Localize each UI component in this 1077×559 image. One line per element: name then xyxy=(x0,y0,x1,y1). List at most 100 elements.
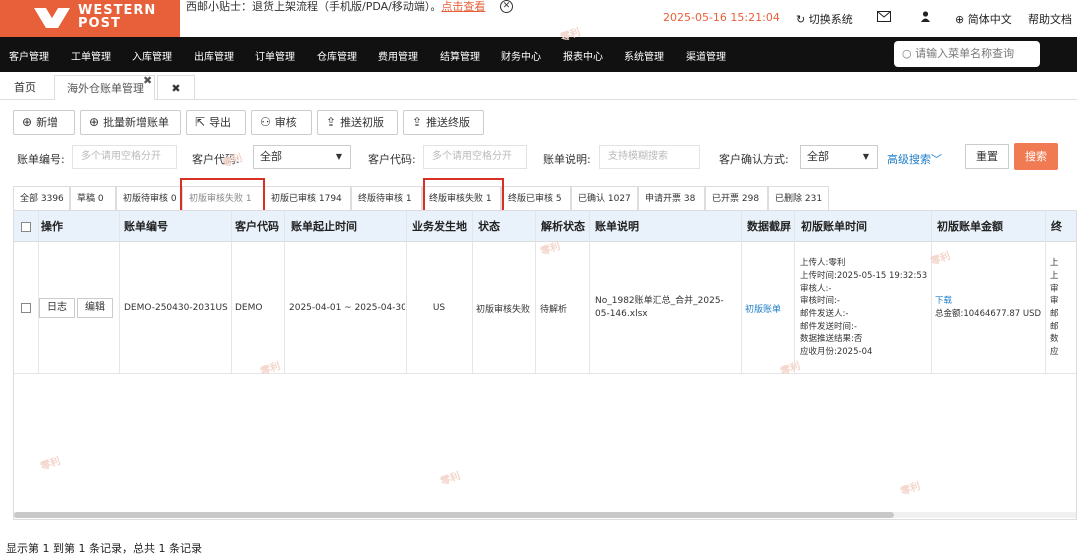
batch-add-button[interactable]: ⊕ 批量新增账单 xyxy=(80,110,181,135)
menu-search-input[interactable]: ○ 请输入菜单名称查询 xyxy=(894,41,1040,67)
caret-down-icon: ▼ xyxy=(862,152,869,161)
push-initial-button[interactable]: ⇪ 推送初版 xyxy=(317,110,398,135)
status-tab-deleted[interactable]: 已删除 231 xyxy=(768,186,829,211)
tip-link[interactable]: 点击查看 xyxy=(441,0,485,13)
reset-button[interactable]: 重置 xyxy=(965,144,1009,169)
edit-button[interactable]: 编辑 xyxy=(77,298,113,318)
close-all-tabs-icon[interactable]: ✖ xyxy=(157,75,195,100)
col-customer[interactable]: 客户代码 xyxy=(235,211,279,242)
bill-desc-input[interactable]: 支持模糊搜索 xyxy=(599,145,700,169)
initial-bill-link[interactable]: 初版账单 xyxy=(745,242,781,374)
tab-current[interactable]: 海外仓账单管理 ✖ xyxy=(54,74,155,100)
cell-location: US xyxy=(432,303,446,313)
plus-circle-icon: ⊕ xyxy=(89,115,100,129)
customer-code2-label: 客户代码: xyxy=(368,153,416,166)
nav-item-customer[interactable]: 客户管理 xyxy=(9,48,49,63)
advanced-search-link[interactable]: 高级搜索﹀ xyxy=(887,151,942,167)
status-tab-invoice-requested[interactable]: 申请开票 38 xyxy=(638,186,705,211)
col-period[interactable]: 账单起止时间 xyxy=(291,211,357,242)
brand-name: WESTERN POST xyxy=(78,3,157,31)
nav-item-ticket[interactable]: 工单管理 xyxy=(71,48,111,63)
push-final-button[interactable]: ⇪ 推送终版 xyxy=(403,110,484,135)
upload-icon: ⇪ xyxy=(412,115,423,129)
cell-final: 上 上 审 审 邮 邮 数 应 xyxy=(1050,258,1059,358)
bill-desc-label: 账单说明: xyxy=(543,153,591,166)
col-location[interactable]: 业务发生地 xyxy=(412,211,467,242)
nav-item-outbound[interactable]: 出库管理 xyxy=(194,48,234,63)
scrollbar-thumb[interactable] xyxy=(14,512,894,518)
current-datetime: 2025-05-16 15:21:04 xyxy=(663,11,780,24)
col-status[interactable]: 状态 xyxy=(478,211,500,242)
mail-icon[interactable] xyxy=(877,11,891,25)
nav-item-reports[interactable]: 报表中心 xyxy=(563,48,603,63)
nav-item-inbound[interactable]: 入库管理 xyxy=(132,48,172,63)
customer-code2-input[interactable]: 多个请用空格分开 xyxy=(423,145,527,169)
horizontal-scrollbar[interactable] xyxy=(14,512,1076,518)
row-actions: 日志 编辑 xyxy=(39,242,113,374)
caret-down-icon: ▼ xyxy=(335,152,342,161)
col-initial-amount[interactable]: 初版账单金额 xyxy=(937,211,1003,242)
nav-item-warehouse[interactable]: 仓库管理 xyxy=(317,48,357,63)
tip-text: 西邮小贴士：退货上架流程（手机版/PDA/移动端）。 xyxy=(186,0,442,13)
globe-icon: ⊕ xyxy=(955,13,965,26)
language-selector[interactable]: ⊕ 简体中文 xyxy=(955,11,1012,27)
select-all-checkbox[interactable] xyxy=(21,222,31,232)
export-button[interactable]: ⇱ 导出 xyxy=(186,110,246,135)
status-tab-final-approved[interactable]: 终版已审核 5 xyxy=(501,186,571,211)
close-icon[interactable]: ✕ xyxy=(500,0,513,13)
download-link[interactable]: 下载 xyxy=(935,295,1041,308)
col-final[interactable]: 终 xyxy=(1051,211,1062,242)
help-docs-link[interactable]: 帮助文档 xyxy=(1028,11,1072,27)
cell-bill-no: DEMO-250430-2031US xyxy=(124,303,228,313)
user-icon[interactable] xyxy=(921,11,930,25)
nav-item-order[interactable]: 订单管理 xyxy=(255,48,295,63)
status-tab-all[interactable]: 全部 3396 xyxy=(13,186,70,211)
col-initial-time[interactable]: 初版账单时间 xyxy=(801,211,867,242)
nav-item-channel[interactable]: 渠道管理 xyxy=(686,48,726,63)
status-tab-invoiced[interactable]: 已开票 298 xyxy=(705,186,768,211)
status-tab-confirmed[interactable]: 已确认 1027 xyxy=(571,186,638,211)
status-tab-initial-approved[interactable]: 初版已审核 1794 xyxy=(264,186,351,211)
confirm-method-select[interactable]: 全部 ▼ xyxy=(800,145,878,169)
tip-banner: 西邮小贴士：退货上架流程（手机版/PDA/移动端）。点击查看 xyxy=(186,0,485,14)
col-actions: 操作 xyxy=(41,220,63,233)
nav-item-fee[interactable]: 费用管理 xyxy=(378,48,418,63)
user-audit-icon: ⚇ xyxy=(260,115,271,129)
page-tabs: 首页 海外仓账单管理 ✖ ✖ xyxy=(0,74,1077,100)
plus-circle-icon: ⊕ xyxy=(22,115,33,129)
refresh-icon: ↻ xyxy=(796,13,806,26)
pagination-info: 显示第 1 到第 1 条记录，总共 1 条记录 xyxy=(6,542,202,555)
export-icon: ⇱ xyxy=(195,115,206,129)
switch-system-button[interactable]: ↻ 切换系统 xyxy=(796,11,853,27)
main-nav: 客户管理 工单管理 入库管理 出库管理 订单管理 仓库管理 费用管理 结算管理 … xyxy=(0,37,1077,72)
col-bill-no[interactable]: 账单编号 xyxy=(124,211,168,242)
row-checkbox[interactable] xyxy=(21,242,31,374)
chevron-down-icon: ﹀ xyxy=(931,153,942,166)
brand-logo[interactable]: WESTERN POST xyxy=(0,0,180,37)
search-icon: ○ xyxy=(902,47,912,60)
status-tab-final-pending[interactable]: 终版待审核 1 xyxy=(351,186,422,211)
cell-status: 初版审核失败 xyxy=(476,304,531,315)
search-button[interactable]: 搜索 xyxy=(1014,143,1058,170)
audit-button[interactable]: ⚇ 审核 xyxy=(251,110,312,135)
status-tab-initial-pending[interactable]: 初版待审核 0 xyxy=(116,186,182,211)
cell-period: 2025-04-01 ~ 2025-04-30 xyxy=(289,303,405,313)
upload-icon: ⇪ xyxy=(326,115,337,129)
nav-item-finance[interactable]: 财务中心 xyxy=(501,48,541,63)
customer-code-select[interactable]: 全部 ▼ xyxy=(253,145,351,169)
col-parse-status[interactable]: 解析状态 xyxy=(541,211,585,242)
tab-home[interactable]: 首页 xyxy=(14,75,36,100)
add-button[interactable]: ⊕ 新增 xyxy=(13,110,75,135)
highlight-box xyxy=(180,178,265,214)
close-tab-icon[interactable]: ✖ xyxy=(143,68,152,93)
bill-no-input[interactable]: 多个请用空格分开 xyxy=(72,145,177,169)
col-description[interactable]: 账单说明 xyxy=(595,211,639,242)
cell-customer: DEMO xyxy=(235,303,263,313)
logo-mark-icon xyxy=(34,8,70,28)
status-tab-draft[interactable]: 草稿 0 xyxy=(70,186,116,211)
nav-item-system[interactable]: 系统管理 xyxy=(624,48,664,63)
nav-item-settlement[interactable]: 结算管理 xyxy=(440,48,480,63)
col-screenshot[interactable]: 数据截屏 xyxy=(747,211,791,242)
cell-description: No_1982账单汇总_合并_2025-05-146.xlsx xyxy=(595,296,724,319)
log-button[interactable]: 日志 xyxy=(39,298,75,318)
